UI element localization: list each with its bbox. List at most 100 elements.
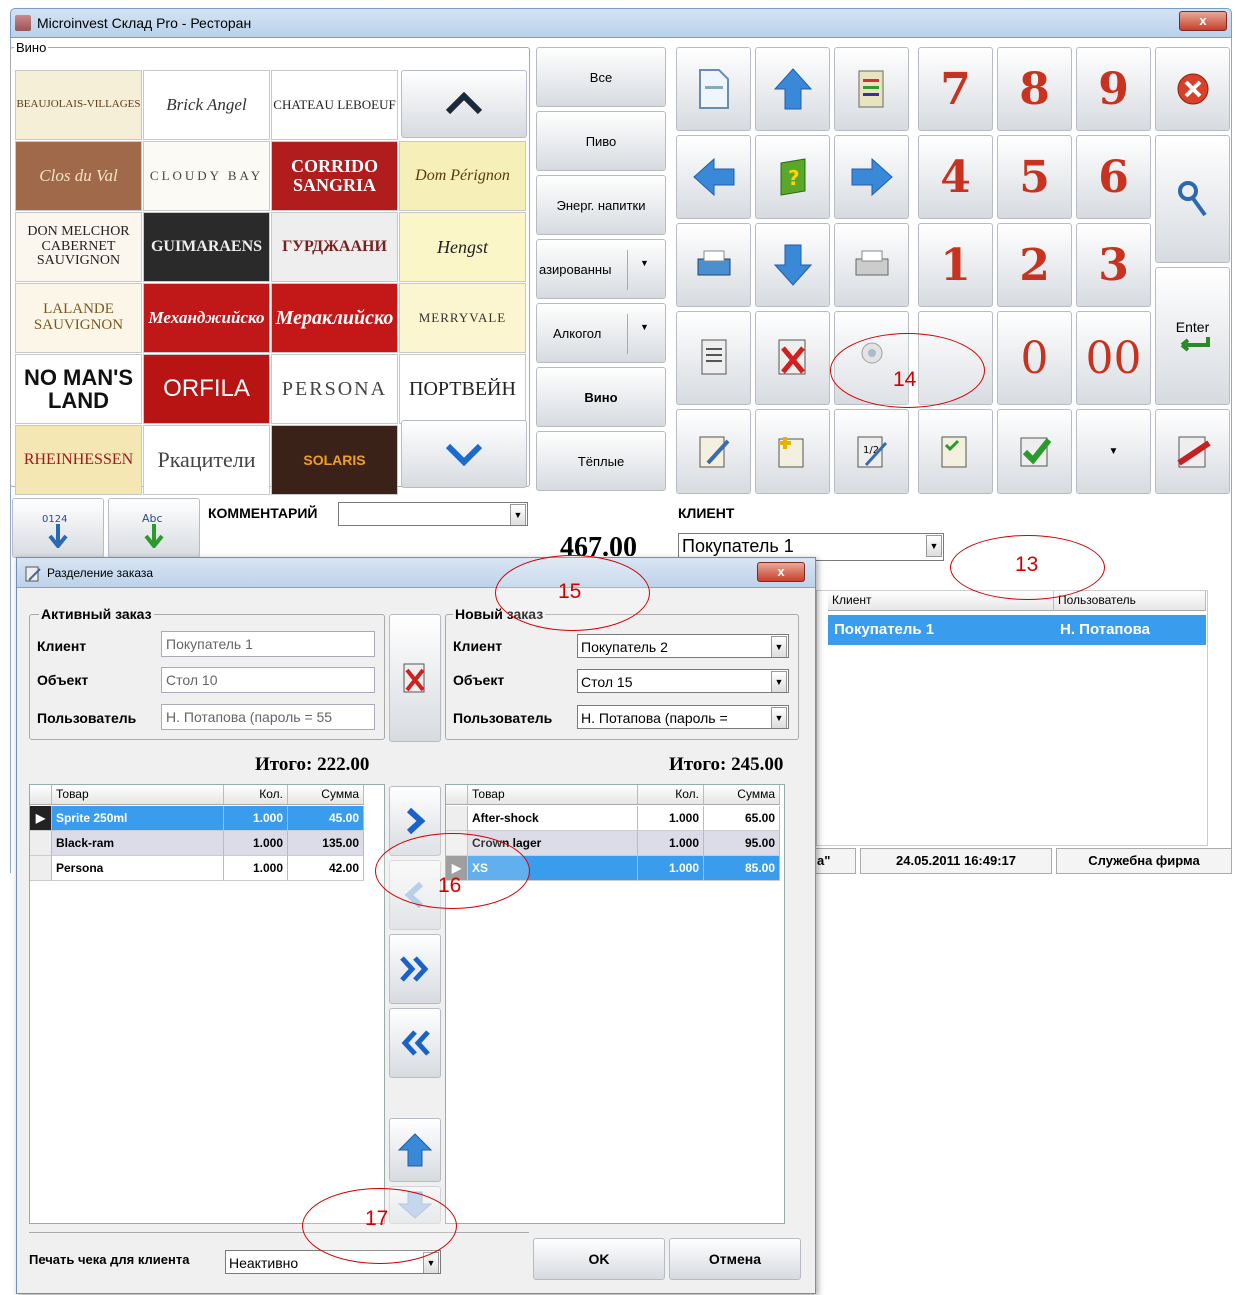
- keys-button[interactable]: [1155, 135, 1230, 263]
- numpad-7[interactable]: 7: [918, 47, 993, 131]
- checklist-button[interactable]: [918, 409, 993, 494]
- scroll-up-button[interactable]: [401, 70, 527, 138]
- enter-label: Enter: [1175, 319, 1210, 335]
- category-beer-button[interactable]: Пиво: [536, 111, 666, 171]
- numpad-5[interactable]: 5: [997, 135, 1072, 219]
- cancel-dialog-button[interactable]: Отмена: [669, 1238, 801, 1280]
- category-warm-button[interactable]: Тёплые: [536, 431, 666, 491]
- active-object-field[interactable]: Стол 10: [161, 667, 375, 693]
- product-tile-cloudy-bay[interactable]: CLOUDY BAY: [143, 141, 270, 211]
- clear-button[interactable]: [389, 614, 441, 742]
- dialog-close-button[interactable]: x: [757, 562, 805, 582]
- product-tile-portvein[interactable]: ПОРТВЕЙН: [399, 354, 526, 424]
- category-energy-button[interactable]: Энерг. напитки: [536, 175, 666, 235]
- product-tile-mehandzhiysko[interactable]: Механджийско: [143, 283, 270, 353]
- confirm-button[interactable]: [997, 409, 1072, 494]
- category-alcohol-button[interactable]: Алкогол ▼: [536, 303, 666, 363]
- table-row[interactable]: ▶ Sprite 250ml 1.000 45.00: [30, 806, 364, 831]
- product-tile-no-mans-land[interactable]: NO MAN'S LAND: [15, 354, 142, 424]
- active-client-field[interactable]: Покупатель 1: [161, 631, 375, 657]
- product-tile-brick-angel[interactable]: Brick Angel: [143, 70, 270, 140]
- sort-by-number-button[interactable]: 0124: [12, 498, 104, 558]
- edit-order-button[interactable]: [676, 409, 751, 494]
- product-tile-hengst[interactable]: Hengst: [399, 212, 526, 282]
- column-header-sum[interactable]: Сумма: [704, 785, 780, 805]
- numpad-0[interactable]: 0: [997, 311, 1072, 405]
- numpad-1[interactable]: 1: [918, 223, 993, 307]
- product-tile-guimaraens[interactable]: GUIMARAENS: [143, 212, 270, 282]
- move-left-button[interactable]: [676, 135, 751, 219]
- active-user-field[interactable]: Н. Потапова (пароль = 55: [161, 704, 375, 730]
- delete-document-button[interactable]: [755, 311, 830, 405]
- ok-button[interactable]: OK: [533, 1238, 665, 1280]
- move-all-right-button[interactable]: [389, 934, 441, 1004]
- category-wine-button[interactable]: Вино: [536, 367, 666, 427]
- new-document-button[interactable]: [676, 47, 751, 131]
- split-order-button[interactable]: 1/2: [834, 409, 909, 494]
- chevron-down-icon[interactable]: ▼: [510, 504, 526, 525]
- product-tile-rkatsiteli[interactable]: Ркацители: [143, 425, 270, 495]
- new-object-combo[interactable]: Стол 15 ▼: [577, 669, 789, 693]
- print-color-button[interactable]: [676, 223, 751, 307]
- receipt-button[interactable]: [676, 311, 751, 405]
- add-note-button[interactable]: [755, 409, 830, 494]
- cancel-button[interactable]: [1155, 47, 1230, 131]
- table-row[interactable]: Persona 1.000 42.00: [30, 856, 364, 881]
- product-tile-lalande[interactable]: LALANDE SAUVIGNON: [15, 283, 142, 353]
- product-tile-orfila[interactable]: ORFILA: [143, 354, 270, 424]
- dropdown-arrow-icon[interactable]: ▼: [640, 322, 649, 332]
- product-tile-rheinhessen[interactable]: RHEINHESSEN: [15, 425, 142, 495]
- product-tile-persona[interactable]: PERSONA: [271, 354, 398, 424]
- more-dropdown-button[interactable]: ▼: [1076, 409, 1151, 494]
- category-carbonated-button[interactable]: азированны ▼: [536, 239, 666, 299]
- product-tile-corrido[interactable]: CORRIDO SANGRIA: [271, 141, 398, 211]
- move-down-button[interactable]: [755, 223, 830, 307]
- numpad-2[interactable]: 2: [997, 223, 1072, 307]
- notepad-button[interactable]: [834, 47, 909, 131]
- move-row-up-button[interactable]: [389, 1118, 441, 1182]
- new-user-combo[interactable]: Н. Потапова (пароль = ▼: [577, 705, 789, 729]
- new-client-combo[interactable]: Покупатель 2 ▼: [577, 634, 789, 658]
- product-tile-chateau-leboeuf[interactable]: CHATEAU LEBOEUF: [271, 70, 398, 140]
- product-tile-clos-du-val[interactable]: Clos du Val: [15, 141, 142, 211]
- print-button[interactable]: [834, 223, 909, 307]
- chevron-down-icon[interactable]: ▼: [771, 636, 787, 657]
- dropdown-arrow-icon[interactable]: ▼: [640, 258, 649, 268]
- column-header-qty[interactable]: Кол.: [224, 785, 288, 805]
- product-tile-merryvale[interactable]: MERRYVALE: [399, 283, 526, 353]
- table-row[interactable]: After-shock 1.000 65.00: [446, 806, 780, 831]
- numpad-6[interactable]: 6: [1076, 135, 1151, 219]
- chevron-down-icon[interactable]: ▼: [771, 707, 787, 728]
- chevron-down-icon[interactable]: ▼: [771, 671, 787, 692]
- chevron-down-icon[interactable]: ▼: [926, 535, 942, 557]
- move-up-button[interactable]: [755, 47, 830, 131]
- numpad-9[interactable]: 9: [1076, 47, 1151, 131]
- move-all-left-button[interactable]: [389, 1008, 441, 1078]
- comment-combo[interactable]: ▼: [338, 502, 528, 526]
- numpad-3[interactable]: 3: [1076, 223, 1151, 307]
- column-header-qty[interactable]: Кол.: [638, 785, 704, 805]
- column-header-item[interactable]: Товар: [52, 785, 224, 805]
- column-header-sum[interactable]: Сумма: [288, 785, 364, 805]
- enter-arrow-icon: [1180, 337, 1210, 352]
- product-tile-meraklisko[interactable]: Мерaклийско: [271, 283, 398, 353]
- column-header-user[interactable]: Пользователь: [1054, 591, 1206, 611]
- column-header-item[interactable]: Товар: [468, 785, 638, 805]
- reserved-button[interactable]: [1155, 409, 1230, 494]
- scroll-down-button[interactable]: [401, 420, 527, 488]
- numpad-8[interactable]: 8: [997, 47, 1072, 131]
- product-tile-beaujolais[interactable]: BEAUJOLAIS-VILLAGES: [15, 70, 142, 140]
- product-tile-don-melchor[interactable]: DON MELCHOR CABERNET SAUVIGNON: [15, 212, 142, 282]
- table-row[interactable]: Black-ram 1.000 135.00: [30, 831, 364, 856]
- category-all-button[interactable]: Все: [536, 47, 666, 107]
- window-close-button[interactable]: x: [1179, 11, 1227, 31]
- numpad-00[interactable]: 00: [1076, 311, 1151, 405]
- enter-button[interactable]: Enter: [1155, 267, 1230, 405]
- product-tile-gurdzhaani[interactable]: ГУРДЖААНИ: [271, 212, 398, 282]
- move-right-button[interactable]: [834, 135, 909, 219]
- numpad-4[interactable]: 4: [918, 135, 993, 219]
- sort-by-name-button[interactable]: Abc: [108, 498, 200, 558]
- product-tile-solaris[interactable]: SOLARIS: [271, 425, 398, 495]
- help-button[interactable]: ?: [755, 135, 830, 219]
- product-tile-dom-perignon[interactable]: Dom Pérignon: [399, 141, 526, 211]
